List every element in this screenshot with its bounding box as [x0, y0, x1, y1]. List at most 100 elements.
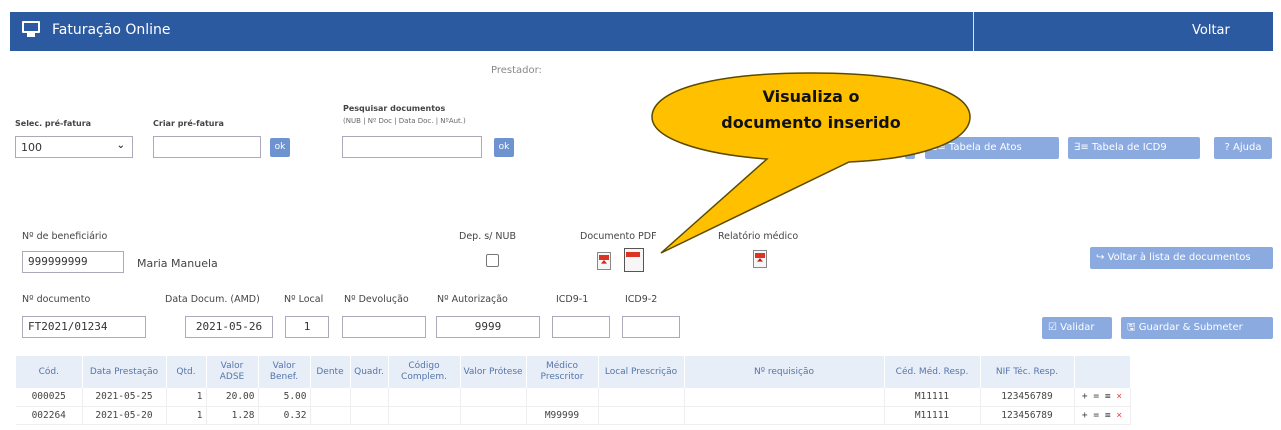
beneficiario-name: Maria Manuela: [137, 257, 218, 270]
callout-line2: documento inserido: [721, 113, 901, 132]
num-documento-input[interactable]: FT2021/01234: [22, 316, 146, 338]
row-actions: + = ≡ ×: [1074, 406, 1131, 425]
table-row[interactable]: 002264 2021-05-20 1 1.28 0.32 M99999 M11…: [16, 406, 1131, 425]
cell-codigo-complem: [388, 388, 461, 407]
add-icon[interactable]: +: [1082, 410, 1088, 421]
title-divider: [973, 12, 974, 51]
selec-pre-fatura-value: 100: [21, 141, 42, 154]
num-local-input[interactable]: 1: [285, 316, 329, 338]
col-quadr: Quadr.: [350, 356, 389, 388]
icd9-1-input[interactable]: [552, 316, 610, 338]
return-arrow-icon: ↪: [1096, 252, 1108, 263]
icd9-2-input[interactable]: [622, 316, 680, 338]
upload-relatorio-icon[interactable]: [753, 250, 767, 268]
cell-data: 2021-05-25: [82, 388, 167, 407]
criar-pre-fatura-label: Criar pré-fatura: [153, 119, 224, 128]
pesquisar-ok-button[interactable]: ok: [494, 138, 514, 157]
icd9-2-label: ICD9-2: [625, 294, 658, 305]
num-devolucao-input[interactable]: [342, 316, 426, 338]
col-cod: Cód.: [16, 356, 83, 388]
cell-local-prescricao: [598, 388, 685, 407]
cell-valor-adse: 1.28: [206, 406, 259, 425]
cell-quadr: [350, 406, 389, 425]
relatorio-medico-label: Relatório médico: [718, 231, 799, 242]
ajuda-button[interactable]: ? Ajuda: [1214, 137, 1272, 159]
cell-nif-tec-resp: 123456789: [980, 406, 1075, 425]
dep-nub-label: Dep. s/ NUB: [459, 231, 516, 242]
pesquisar-hint: (NUB | Nº Doc | Data Doc. | NºAut.): [343, 117, 466, 125]
delete-icon[interactable]: ×: [1116, 410, 1122, 421]
data-documento-input[interactable]: 2021-05-26: [185, 316, 273, 338]
col-valor-protese: Valor Prótese: [460, 356, 527, 388]
cell-valor-benef: 0.32: [258, 406, 311, 425]
num-devolucao-label: Nº Devolução: [344, 294, 409, 305]
list-icon: ∃≡: [1074, 142, 1092, 153]
cell-dente: [310, 406, 351, 425]
cell-cod: 000025: [16, 388, 83, 407]
col-dente: Dente: [310, 356, 351, 388]
list-icon[interactable]: ≡: [1105, 410, 1111, 421]
cell-valor-protese: [460, 388, 527, 407]
guardar-submeter-button[interactable]: 🖫 Guardar & Submeter: [1121, 317, 1273, 339]
cell-valor-adse: 20.00: [206, 388, 259, 407]
col-nif-tec-resp: NIF Téc. Resp.: [980, 356, 1075, 388]
data-documento-label: Data Docum. (AMD): [165, 294, 260, 305]
pesquisar-input[interactable]: [342, 136, 482, 158]
documento-pdf-label: Documento PDF: [580, 231, 657, 242]
upload-pdf-icon[interactable]: [597, 252, 611, 270]
dep-nub-checkbox[interactable]: [486, 254, 499, 267]
cell-data: 2021-05-20: [82, 406, 167, 425]
cell-medico-prescritor: M99999: [526, 406, 599, 425]
col-valor-adse: Valor ADSE: [206, 356, 259, 388]
voltar-lista-label: Voltar à lista de documentos: [1107, 252, 1251, 263]
save-icon: 🖫: [1127, 322, 1139, 333]
equals-icon[interactable]: =: [1093, 391, 1099, 402]
list-icon[interactable]: ≡: [1105, 391, 1111, 402]
criar-ok-button[interactable]: ok: [270, 138, 290, 157]
cell-valor-protese: [460, 406, 527, 425]
cell-cod: 002264: [16, 406, 83, 425]
title-bar: Faturação Online Voltar: [10, 12, 1273, 51]
selec-pre-fatura-select[interactable]: 100 ⌄: [15, 136, 133, 158]
cell-ced-med-resp: M11111: [884, 388, 981, 407]
pesquisar-label: Pesquisar documentos: [343, 104, 446, 113]
table-row[interactable]: 000025 2021-05-25 1 20.00 5.00 M11111 12…: [16, 388, 1131, 407]
validar-button[interactable]: ☑ Validar: [1042, 317, 1112, 339]
num-local-label: Nº Local: [284, 294, 324, 305]
col-medico-prescritor: Médico Prescritor: [526, 356, 599, 388]
table-header-row: Cód. Data Prestação Qtd. Valor ADSE Valo…: [16, 356, 1131, 388]
chevron-down-icon: ⌄: [116, 140, 125, 151]
cell-codigo-complem: [388, 406, 461, 425]
selec-pre-fatura-label: Selec. pré-fatura: [15, 119, 92, 128]
num-autorizacao-input[interactable]: 9999: [436, 316, 540, 338]
icd9-1-label: ICD9-1: [556, 294, 589, 305]
view-pdf-icon[interactable]: [624, 248, 644, 272]
cell-nif-tec-resp: 123456789: [980, 388, 1075, 407]
col-acoes: [1074, 356, 1131, 388]
num-autorizacao-label: Nº Autorização: [437, 294, 508, 305]
voltar-button[interactable]: Voltar: [1192, 23, 1230, 38]
tabela-icd9-button[interactable]: ∃≡ Tabela de ICD9: [1068, 137, 1200, 159]
beneficiario-label: Nº de beneficiário: [22, 231, 108, 242]
col-valor-benef: Valor Benef.: [258, 356, 311, 388]
equals-icon[interactable]: =: [1093, 410, 1099, 421]
validar-label: Validar: [1060, 322, 1095, 333]
col-qtd: Qtd.: [166, 356, 207, 388]
cell-num-requisicao: [684, 388, 885, 407]
cell-valor-benef: 5.00: [258, 388, 311, 407]
delete-icon[interactable]: ×: [1116, 391, 1122, 402]
check-icon: ☑: [1048, 322, 1061, 333]
tabela-icd9-label: Tabela de ICD9: [1091, 142, 1167, 153]
cell-quadr: [350, 388, 389, 407]
voltar-lista-button[interactable]: ↪ Voltar à lista de documentos: [1090, 247, 1273, 269]
col-ced-med-resp: Céd. Méd. Resp.: [884, 356, 981, 388]
callout-line1: Visualiza o: [762, 87, 860, 106]
cell-qtd: 1: [166, 406, 207, 425]
num-documento-label: Nº documento: [22, 294, 91, 305]
add-icon[interactable]: +: [1082, 391, 1088, 402]
criar-pre-fatura-input[interactable]: [153, 136, 261, 158]
beneficiario-input[interactable]: 999999999: [22, 251, 124, 273]
cell-medico-prescritor: [526, 388, 599, 407]
prestador-label: Prestador:: [491, 65, 542, 76]
cell-local-prescricao: [598, 406, 685, 425]
